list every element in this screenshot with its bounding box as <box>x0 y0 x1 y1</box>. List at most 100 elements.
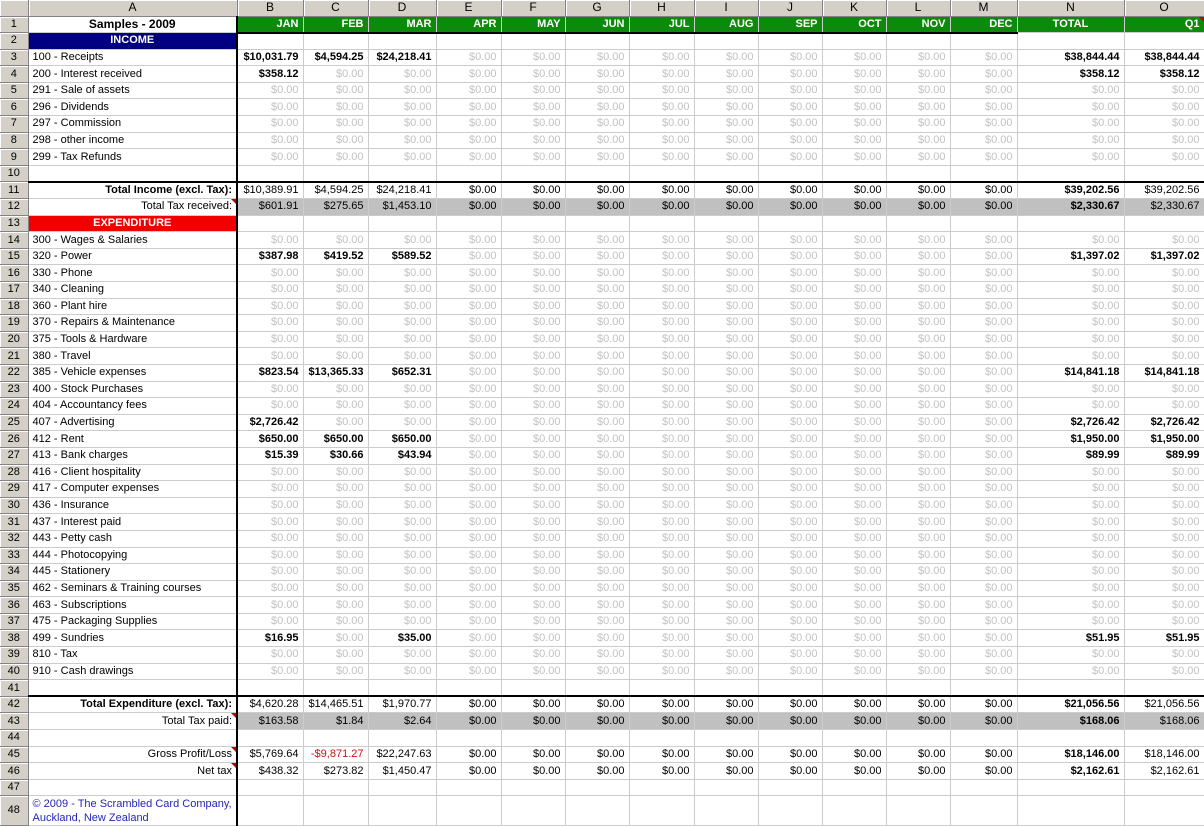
cell-K28[interactable]: $0.00 <box>822 464 886 481</box>
cell-K17[interactable]: $0.00 <box>822 282 886 299</box>
cell-M25[interactable]: $0.00 <box>950 414 1017 431</box>
cell-E14[interactable]: $0.00 <box>436 232 501 249</box>
row-header-46[interactable]: 46 <box>0 763 28 780</box>
cell-L34[interactable]: $0.00 <box>886 564 950 581</box>
cell-O25[interactable]: $2,726.42 <box>1124 414 1204 431</box>
cell-E30[interactable]: $0.00 <box>436 497 501 514</box>
cell-I19[interactable]: $0.00 <box>694 315 758 332</box>
row-header-30[interactable]: 30 <box>0 497 28 514</box>
cell-I38[interactable]: $0.00 <box>694 630 758 647</box>
cell-J34[interactable]: $0.00 <box>758 564 822 581</box>
cell-M46[interactable]: $0.00 <box>950 763 1017 780</box>
cell-J8[interactable]: $0.00 <box>758 132 822 149</box>
cell-K41[interactable] <box>822 680 886 697</box>
cell-L14[interactable]: $0.00 <box>886 232 950 249</box>
cell-L4[interactable]: $0.00 <box>886 66 950 83</box>
cell-I29[interactable]: $0.00 <box>694 481 758 498</box>
cell-J4[interactable]: $0.00 <box>758 66 822 83</box>
cell-M36[interactable]: $0.00 <box>950 597 1017 614</box>
row-header-11[interactable]: 11 <box>0 182 28 199</box>
cell-N37[interactable]: $0.00 <box>1017 613 1124 630</box>
cell-K9[interactable]: $0.00 <box>822 149 886 166</box>
cell-B2[interactable] <box>237 33 303 50</box>
cell-H31[interactable]: $0.00 <box>629 514 694 531</box>
cell-N24[interactable]: $0.00 <box>1017 398 1124 415</box>
cell-B1[interactable]: JAN <box>237 16 303 33</box>
cell-L23[interactable]: $0.00 <box>886 381 950 398</box>
cell-D10[interactable] <box>368 165 436 182</box>
cell-J10[interactable] <box>758 165 822 182</box>
cell-M1[interactable]: DEC <box>950 16 1017 33</box>
cell-K45[interactable]: $0.00 <box>822 746 886 763</box>
cell-N40[interactable]: $0.00 <box>1017 663 1124 680</box>
cell-J48[interactable] <box>758 796 822 826</box>
cell-A43[interactable]: Total Tax paid: <box>28 713 237 730</box>
cell-G45[interactable]: $0.00 <box>565 746 629 763</box>
col-header-C[interactable]: C <box>303 0 368 16</box>
cell-N25[interactable]: $2,726.42 <box>1017 414 1124 431</box>
cell-E16[interactable]: $0.00 <box>436 265 501 282</box>
cell-B10[interactable] <box>237 165 303 182</box>
cell-O46[interactable]: $2,162.61 <box>1124 763 1204 780</box>
cell-B41[interactable] <box>237 680 303 697</box>
cell-L48[interactable] <box>886 796 950 826</box>
cell-L45[interactable]: $0.00 <box>886 746 950 763</box>
cell-O17[interactable]: $0.00 <box>1124 282 1204 299</box>
cell-G20[interactable]: $0.00 <box>565 331 629 348</box>
cell-K16[interactable]: $0.00 <box>822 265 886 282</box>
cell-F30[interactable]: $0.00 <box>501 497 565 514</box>
cell-M6[interactable]: $0.00 <box>950 99 1017 116</box>
cell-L3[interactable]: $0.00 <box>886 49 950 66</box>
cell-A2[interactable]: INCOME <box>28 33 237 50</box>
select-all-corner[interactable] <box>0 0 28 16</box>
cell-L24[interactable]: $0.00 <box>886 398 950 415</box>
cell-L22[interactable]: $0.00 <box>886 364 950 381</box>
cell-M34[interactable]: $0.00 <box>950 564 1017 581</box>
cell-F37[interactable]: $0.00 <box>501 613 565 630</box>
cell-K14[interactable]: $0.00 <box>822 232 886 249</box>
cell-M13[interactable] <box>950 215 1017 232</box>
cell-M38[interactable]: $0.00 <box>950 630 1017 647</box>
cell-H9[interactable]: $0.00 <box>629 149 694 166</box>
row-header-15[interactable]: 15 <box>0 248 28 265</box>
cell-A44[interactable] <box>28 730 237 747</box>
cell-F39[interactable]: $0.00 <box>501 647 565 664</box>
cell-A10[interactable] <box>28 165 237 182</box>
cell-L33[interactable]: $0.00 <box>886 547 950 564</box>
cell-J20[interactable]: $0.00 <box>758 331 822 348</box>
cell-I43[interactable]: $0.00 <box>694 713 758 730</box>
cell-G5[interactable]: $0.00 <box>565 82 629 99</box>
cell-O35[interactable]: $0.00 <box>1124 580 1204 597</box>
cell-E22[interactable]: $0.00 <box>436 364 501 381</box>
cell-H20[interactable]: $0.00 <box>629 331 694 348</box>
cell-O39[interactable]: $0.00 <box>1124 647 1204 664</box>
cell-B3[interactable]: $10,031.79 <box>237 49 303 66</box>
cell-F16[interactable]: $0.00 <box>501 265 565 282</box>
cell-J32[interactable]: $0.00 <box>758 530 822 547</box>
cell-E41[interactable] <box>436 680 501 697</box>
cell-O45[interactable]: $18,146.00 <box>1124 746 1204 763</box>
cell-D39[interactable]: $0.00 <box>368 647 436 664</box>
cell-E20[interactable]: $0.00 <box>436 331 501 348</box>
cell-I28[interactable]: $0.00 <box>694 464 758 481</box>
cell-N29[interactable]: $0.00 <box>1017 481 1124 498</box>
cell-O19[interactable]: $0.00 <box>1124 315 1204 332</box>
cell-M23[interactable]: $0.00 <box>950 381 1017 398</box>
cell-M35[interactable]: $0.00 <box>950 580 1017 597</box>
cell-K21[interactable]: $0.00 <box>822 348 886 365</box>
cell-M8[interactable]: $0.00 <box>950 132 1017 149</box>
cell-I27[interactable]: $0.00 <box>694 447 758 464</box>
cell-E12[interactable]: $0.00 <box>436 199 501 216</box>
cell-A45[interactable]: Gross Profit/Loss <box>28 746 237 763</box>
cell-C19[interactable]: $0.00 <box>303 315 368 332</box>
cell-B11[interactable]: $10,389.91 <box>237 182 303 199</box>
row-header-27[interactable]: 27 <box>0 447 28 464</box>
cell-J42[interactable]: $0.00 <box>758 696 822 713</box>
cell-B5[interactable]: $0.00 <box>237 82 303 99</box>
cell-F5[interactable]: $0.00 <box>501 82 565 99</box>
col-header-M[interactable]: M <box>950 0 1017 16</box>
cell-I12[interactable]: $0.00 <box>694 199 758 216</box>
cell-K33[interactable]: $0.00 <box>822 547 886 564</box>
cell-C32[interactable]: $0.00 <box>303 530 368 547</box>
cell-H37[interactable]: $0.00 <box>629 613 694 630</box>
